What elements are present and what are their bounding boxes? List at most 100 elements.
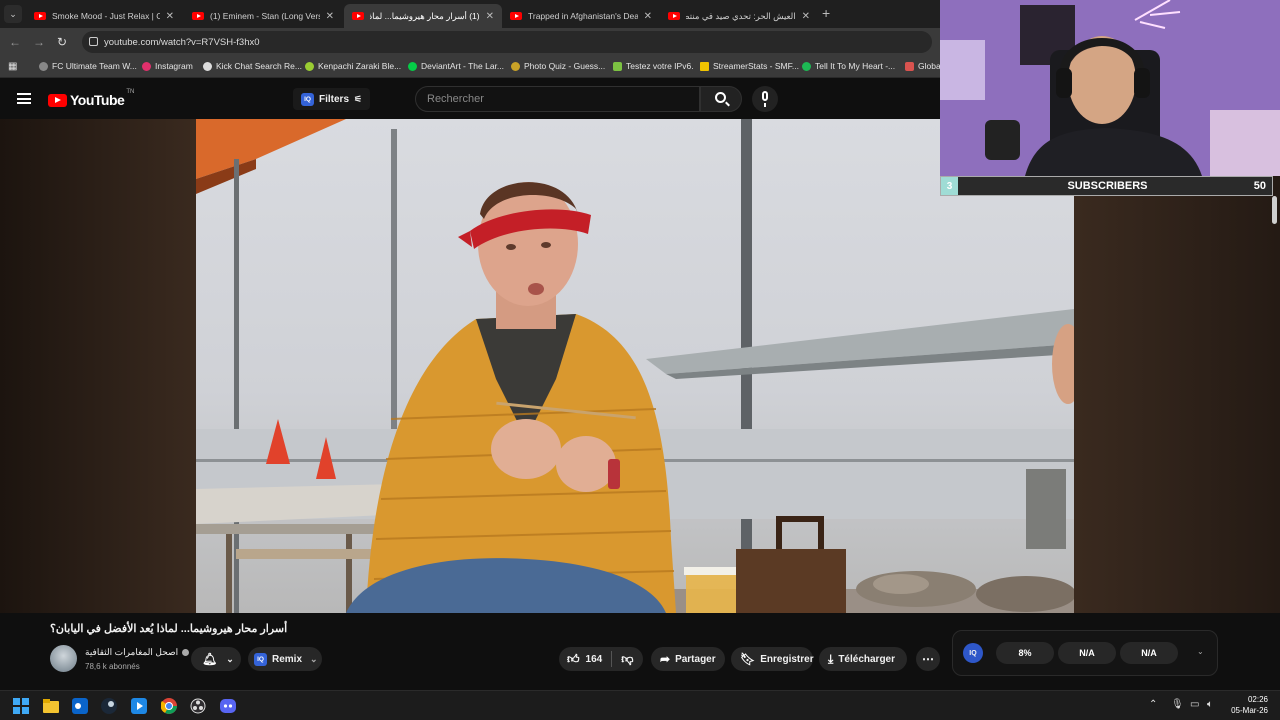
tab-hiroshima-oysters[interactable]: (1) أسرار محار هيروشيما... لماذا يُ ✕ — [344, 4, 502, 28]
video-title: أسرار محار هيروشيما... لماذا يُعد الأفضل… — [50, 623, 288, 635]
show-hidden-icons-chevron[interactable]: ⌃ — [1149, 699, 1157, 710]
youtube-favicon-icon — [668, 12, 680, 20]
apps-grid-icon[interactable]: ▦ — [8, 61, 17, 72]
ambient-glow-left — [0, 119, 196, 613]
subscriber-goal-current: 3 — [941, 177, 958, 195]
discord-icon[interactable] — [220, 698, 236, 714]
like-button[interactable]: 👍︎ 164 — [567, 652, 602, 667]
tab-search-dropdown-icon[interactable]: ⌄ — [4, 5, 22, 23]
iq-logo-icon: IQ — [963, 643, 983, 663]
site-info-icon[interactable] — [89, 37, 98, 46]
channel-name[interactable]: اصحل المغامرات الثقافية — [85, 647, 190, 658]
bookmarks-bar: ▦ FC Ultimate Team W... Instagram Kick C… — [0, 56, 941, 78]
bookmark-favicon-icon — [305, 61, 314, 71]
bookmark-photo-quiz[interactable]: Photo Quiz - Guess... — [511, 61, 605, 71]
back-arrow-icon[interactable]: ← — [9, 35, 21, 49]
microphone-icon — [762, 91, 768, 101]
new-tab-icon[interactable]: + — [822, 5, 830, 21]
search-input[interactable]: Rechercher — [415, 86, 700, 112]
tab-free-living-fishing[interactable]: العيش الحر: تحدي صيد في منتص ✕ — [660, 4, 818, 28]
close-tab-icon[interactable]: ✕ — [802, 11, 810, 22]
download-button[interactable]: ⤓ Télécharger — [819, 647, 907, 671]
thumbs-up-icon: 👍︎ — [567, 651, 580, 666]
bookmark-deviantart[interactable]: DeviantArt - The Lar... — [408, 61, 504, 71]
webcam-feed-illustration — [940, 0, 1280, 176]
windows-taskbar — [0, 690, 1280, 720]
webcam-overlay — [940, 0, 1280, 176]
download-icon: ⤓ — [828, 651, 834, 666]
spotify-icon — [802, 61, 811, 71]
obs-studio-icon[interactable] — [190, 698, 206, 714]
system-clock[interactable]: 02:26 05-Mar-26 — [1226, 694, 1268, 716]
bar-chart-icon — [700, 61, 709, 71]
sliders-icon: ⚟ — [354, 93, 363, 104]
stat-value: N/A — [1058, 642, 1116, 664]
voice-search-button[interactable] — [752, 86, 778, 112]
outlook-icon[interactable] — [72, 698, 88, 714]
verified-badge-icon — [182, 649, 190, 656]
steam-icon[interactable] — [101, 698, 117, 714]
forward-arrow-icon[interactable]: → — [33, 35, 45, 49]
display-tray-icon[interactable]: ▭ — [1190, 699, 1199, 710]
bookmark-fc-ultimate-team[interactable]: FC Ultimate Team W... — [39, 61, 137, 71]
iq-stats-panel: IQ 8% N/A N/A ⌄ — [952, 630, 1218, 676]
share-arrow-icon: ➦ — [660, 652, 671, 666]
youtube-logo[interactable]: YouTube TN — [48, 89, 134, 108]
subscriber-count: 78,6 k abonnés — [85, 662, 140, 671]
more-actions-button[interactable]: ⋯ — [916, 647, 940, 671]
windows-start-icon[interactable] — [13, 698, 29, 714]
filters-button[interactable]: IQ Filters ⚟ — [293, 88, 371, 110]
reload-icon[interactable]: ↻ — [57, 35, 67, 49]
youtube-header: YouTube TN IQ Filters ⚟ Rechercher — [0, 79, 940, 119]
stat-value: N/A — [1120, 642, 1178, 664]
bookmark-icon: 🔖︎ — [740, 652, 756, 666]
bookmark-kick-chat[interactable]: Kick Chat Search Re... — [203, 61, 302, 71]
bookmark-favicon-icon — [203, 61, 212, 71]
notifications-button[interactable]: 🔔︎ ⌄ — [191, 647, 241, 671]
url-text: youtube.com/watch?v=R7VSH-f3hx0 — [104, 36, 260, 48]
browser-tab-strip: ⌄ Smoke Mood - Just Relax | Chi ✕ (1) Em… — [0, 0, 940, 28]
save-button[interactable]: 🔖︎ Enregistrer — [731, 647, 814, 671]
close-tab-icon[interactable]: ✕ — [326, 11, 334, 22]
bookmark-instagram[interactable]: Instagram — [142, 61, 193, 71]
close-tab-icon[interactable]: ✕ — [644, 11, 652, 22]
bookmark-kenpachi[interactable]: Kenpachi Zaraki Ble... — [305, 61, 401, 71]
microphone-tray-icon[interactable]: 🎙︎ — [1171, 699, 1184, 710]
iq-extension-icon: IQ — [254, 652, 267, 666]
close-tab-icon[interactable]: ✕ — [166, 11, 174, 22]
channel-avatar[interactable] — [50, 645, 77, 672]
bookmark-ipv6-test[interactable]: Testez votre IPv6. — [613, 61, 694, 71]
like-dislike-group: 👍︎ 164 👎︎ — [559, 647, 643, 671]
tab-smoke-mood[interactable]: Smoke Mood - Just Relax | Chi ✕ — [26, 4, 182, 28]
chevron-down-icon: ⌄ — [310, 653, 318, 664]
page-scrollbar[interactable] — [1272, 196, 1277, 224]
menu-hamburger-icon[interactable] — [17, 93, 31, 104]
bell-icon: 🔔︎ — [202, 652, 218, 666]
bookmark-streamerstats[interactable]: StreamerStats - SMF... — [700, 61, 799, 71]
url-bar[interactable]: youtube.com/watch?v=R7VSH-f3hx0 — [82, 31, 932, 53]
volume-icon[interactable]: 🔈︎ — [1207, 699, 1213, 710]
thumbs-down-icon[interactable]: 👎︎ — [621, 652, 633, 667]
bookmark-tell-it-to-my-heart[interactable]: Tell It To My Heart -... — [802, 61, 895, 71]
search-button[interactable] — [700, 86, 742, 112]
instagram-icon — [142, 61, 151, 71]
iq-extension-icon: IQ — [301, 92, 314, 106]
chevron-down-icon: ⌄ — [226, 653, 234, 664]
bookmark-globa[interactable]: Globa — [905, 61, 941, 71]
bookmark-favicon-icon — [905, 61, 914, 71]
chevron-down-icon[interactable]: ⌄ — [1197, 647, 1204, 656]
youtube-favicon-icon — [192, 12, 204, 20]
tab-eminem-stan[interactable]: (1) Eminem - Stan (Long Versio ✕ — [184, 4, 342, 28]
tab-trapped-afghanistan[interactable]: Trapped in Afghanistan's Dead ✕ — [502, 4, 660, 28]
bookmark-favicon-icon — [511, 61, 520, 71]
close-tab-icon[interactable]: ✕ — [486, 11, 494, 22]
subscriber-goal-bar: SUBSCRIBERS 3 50 — [940, 176, 1273, 196]
checkmark-icon — [613, 61, 622, 71]
remix-button[interactable]: IQ Remix ⌄ — [248, 647, 322, 671]
address-toolbar: ← → ↻ youtube.com/watch?v=R7VSH-f3hx0 — [0, 28, 940, 56]
media-player-icon[interactable] — [131, 698, 147, 714]
file-explorer-icon[interactable] — [43, 698, 59, 714]
share-button[interactable]: ➦ Partager — [651, 647, 725, 671]
chrome-icon[interactable] — [160, 698, 177, 714]
youtube-favicon-icon — [34, 12, 46, 20]
